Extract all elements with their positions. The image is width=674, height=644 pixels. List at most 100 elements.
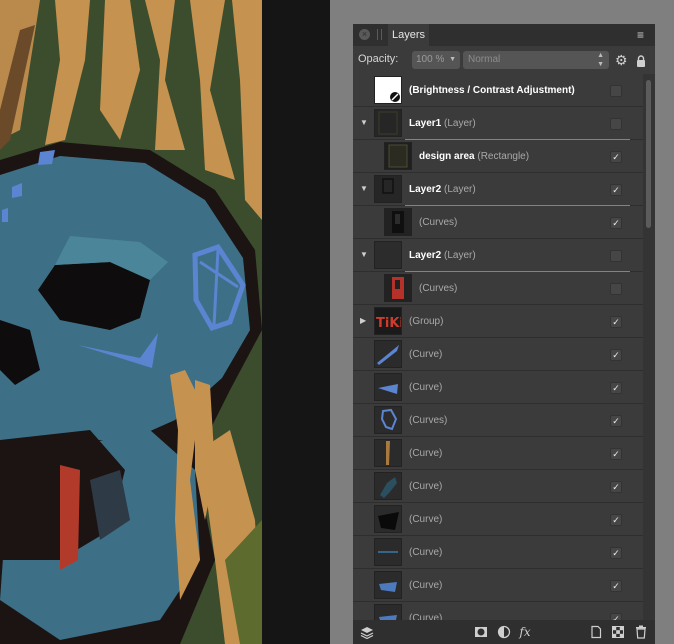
adjustment-icon[interactable] [497, 625, 511, 639]
layers-panel: × Layers ≡ Opacity: 100 % ▼ Normal ▲ ▼ ⚙ … [353, 24, 655, 644]
stepper-icon: ▲ ▼ [597, 52, 604, 68]
collapse-triangle-icon[interactable]: ▼ [360, 251, 368, 259]
layer-type: (Layer) [441, 184, 476, 195]
layer-label: (Curve) [409, 536, 442, 569]
layer-thumbnail [374, 340, 402, 368]
visibility-checkbox[interactable] [610, 118, 622, 130]
layer-row[interactable]: (Curve) ✓ [353, 503, 643, 536]
visibility-checkbox[interactable]: ✓ [610, 415, 622, 427]
opacity-label: Opacity: [358, 53, 399, 65]
layer-row[interactable]: (Curve) ✓ [353, 470, 643, 503]
visibility-checkbox[interactable]: ✓ [610, 316, 622, 328]
visibility-checkbox[interactable]: ✓ [610, 349, 622, 361]
layer-name: Layer2 [409, 184, 442, 195]
visibility-checkbox[interactable]: ✓ [610, 151, 622, 163]
expand-triangle-icon[interactable]: ▶ [360, 317, 368, 325]
layer-name: (Brightness / Contrast Adjustment) [409, 85, 575, 96]
trash-icon[interactable] [634, 625, 648, 639]
layer-label: (Curve) [409, 470, 442, 503]
layer-label: (Group) [409, 305, 443, 338]
layer-label: (Curve) [409, 338, 442, 371]
scrollbar[interactable] [643, 74, 655, 620]
visibility-checkbox[interactable] [610, 283, 622, 295]
pixel-layer-icon[interactable] [611, 625, 625, 639]
collapse-triangle-icon[interactable]: ▼ [360, 185, 368, 193]
layer-label: (Curve) [409, 437, 442, 470]
lock-icon[interactable] [636, 54, 646, 67]
opacity-value: 100 % [416, 54, 445, 65]
layer-row[interactable]: ▼ Layer1 (Layer) [353, 107, 643, 140]
layer-row[interactable]: (Curve) ✓ [353, 569, 643, 602]
visibility-checkbox[interactable]: ✓ [610, 217, 622, 229]
layer-label: (Brightness / Contrast Adjustment) [409, 74, 575, 107]
layer-row[interactable]: (Curve) ✓ [353, 338, 643, 371]
blend-mode-select[interactable]: Normal ▲ ▼ [463, 51, 609, 69]
layer-label: (Curve) [409, 569, 442, 602]
panel-bottom-bar: fx [353, 620, 655, 644]
layer-type: (Curve) [409, 547, 443, 558]
layer-label: (Curves) [409, 404, 447, 437]
layer-label: (Curve) [409, 503, 442, 536]
opacity-row: Opacity: 100 % ▼ Normal ▲ ▼ ⚙ [353, 46, 655, 74]
layer-thumbnail [374, 175, 402, 203]
close-icon[interactable]: × [359, 29, 370, 40]
layer-row[interactable]: (Curve) ✓ [353, 602, 643, 620]
layer-type: (Curve) [409, 613, 443, 620]
layer-type: (Curves) [419, 217, 458, 228]
menu-icon[interactable]: ≡ [637, 28, 651, 42]
layer-row[interactable]: ▶ TiKi (Group) ✓ [353, 305, 643, 338]
layer-row[interactable]: (Curves) ✓ [353, 404, 643, 437]
layer-row[interactable]: ▼ Layer2 (Layer) [353, 239, 643, 272]
visibility-checkbox[interactable]: ✓ [610, 514, 622, 526]
collapse-triangle-icon[interactable]: ▼ [360, 119, 368, 127]
layer-thumbnail [384, 274, 412, 302]
new-document-icon[interactable] [589, 625, 603, 639]
layer-type: (Curves) [409, 415, 448, 426]
visibility-checkbox[interactable]: ✓ [610, 448, 622, 460]
fx-icon[interactable]: fx [518, 625, 532, 639]
layer-thumbnail: TiKi [374, 307, 402, 335]
layer-label: (Curves) [419, 272, 457, 305]
visibility-checkbox[interactable] [610, 85, 622, 97]
layer-row[interactable]: (Curve) ✓ [353, 536, 643, 569]
layer-thumbnail [374, 406, 402, 434]
layer-type: (Curve) [409, 481, 443, 492]
layer-thumbnail [374, 505, 402, 533]
mask-icon[interactable] [474, 625, 488, 639]
layers-stack-icon[interactable] [360, 625, 374, 640]
tab-layers[interactable]: Layers [388, 24, 429, 46]
layer-thumbnail [374, 373, 402, 401]
document-canvas[interactable] [0, 0, 330, 644]
opacity-field[interactable]: 100 % ▼ [412, 51, 460, 69]
blend-mode-value: Normal [468, 54, 501, 65]
layer-row[interactable]: (Curve) ✓ [353, 371, 643, 404]
layer-label: Layer1 (Layer) [409, 107, 476, 140]
layer-type: (Curve) [409, 382, 443, 393]
layer-label: (Curve) [409, 371, 442, 404]
layer-row[interactable]: ▼ Layer2 (Layer) ✓ [353, 173, 643, 206]
visibility-checkbox[interactable]: ✓ [610, 613, 622, 620]
layer-name: design area [419, 151, 475, 162]
layer-thumbnail [374, 241, 402, 269]
layer-row[interactable]: (Curves) [353, 272, 643, 305]
visibility-checkbox[interactable]: ✓ [610, 481, 622, 493]
layer-row[interactable]: design area (Rectangle) ✓ [353, 140, 643, 173]
gear-icon[interactable]: ⚙ [615, 53, 629, 67]
layer-list[interactable]: (Brightness / Contrast Adjustment) ▼ Layer… [353, 74, 643, 620]
layer-row[interactable]: (Curve) ✓ [353, 437, 643, 470]
layer-type: (Layer) [441, 250, 476, 261]
layer-thumbnail [374, 571, 402, 599]
layer-thumbnail [384, 208, 412, 236]
grip-icon[interactable] [377, 29, 383, 40]
layer-name: Layer2 [409, 250, 442, 261]
layer-row[interactable]: (Brightness / Contrast Adjustment) [353, 74, 643, 107]
layer-type: (Curve) [409, 514, 443, 525]
visibility-checkbox[interactable]: ✓ [610, 580, 622, 592]
visibility-checkbox[interactable]: ✓ [610, 382, 622, 394]
visibility-checkbox[interactable]: ✓ [610, 184, 622, 196]
visibility-checkbox[interactable] [610, 250, 622, 262]
scroll-thumb[interactable] [646, 80, 651, 228]
layer-row[interactable]: (Curves) ✓ [353, 206, 643, 239]
visibility-checkbox[interactable]: ✓ [610, 547, 622, 559]
layer-label: design area (Rectangle) [419, 140, 529, 173]
